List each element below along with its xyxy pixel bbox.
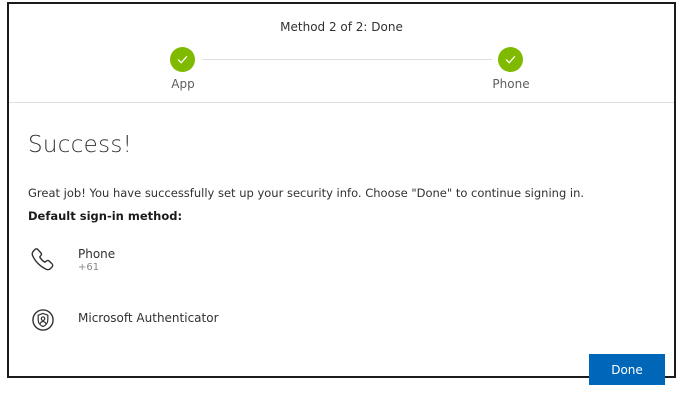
progress-header: Method 2 of 2: Done App Phone (9, 4, 674, 103)
authenticator-icon (28, 305, 58, 335)
method-authenticator-name: Microsoft Authenticator (78, 311, 219, 325)
security-info-dialog: Method 2 of 2: Done App Phone Success! G… (7, 2, 676, 385)
step-title: Method 2 of 2: Done (280, 20, 403, 34)
method-phone: Phone +61 (28, 244, 115, 274)
step-phone-label: Phone (492, 77, 530, 91)
phone-icon (28, 244, 58, 274)
step-app-label: App (171, 77, 195, 91)
default-method-label: Default sign-in method: (28, 209, 183, 223)
method-phone-number: +61 (78, 262, 100, 273)
step-phone-check-icon (498, 47, 523, 72)
method-authenticator: Microsoft Authenticator (28, 305, 219, 335)
page-title: Success! (28, 132, 133, 158)
checkmark-icon (505, 56, 516, 64)
success-message: Great job! You have successfully set up … (28, 186, 585, 200)
method-phone-name: Phone (78, 247, 116, 261)
step-app-check-icon (170, 47, 195, 72)
checkmark-icon (177, 56, 188, 64)
progress-line (202, 59, 492, 60)
done-button[interactable]: Done (589, 354, 665, 385)
